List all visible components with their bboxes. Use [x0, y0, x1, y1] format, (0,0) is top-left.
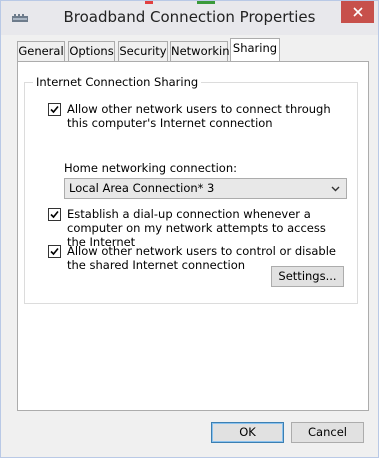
ok-button[interactable]: OK: [211, 422, 284, 443]
tab-general[interactable]: General: [17, 41, 65, 61]
close-button[interactable]: [341, 1, 374, 23]
tab-security[interactable]: Security: [118, 41, 168, 61]
properties-dialog: Broadband Connection Properties General …: [0, 0, 379, 458]
internet-connection-sharing-group: Internet Connection Sharing Allow other …: [24, 75, 358, 304]
checkmark-icon: [50, 210, 59, 219]
title-bar[interactable]: Broadband Connection Properties: [1, 1, 378, 35]
home-network-value: Local Area Connection* 3: [69, 181, 215, 195]
chevron-down-icon: [331, 186, 340, 192]
dialup-checkbox[interactable]: [48, 208, 61, 221]
dialup-option[interactable]: Establish a dial-up connection whenever …: [48, 207, 342, 249]
allow-connect-option[interactable]: Allow other network users to connect thr…: [48, 102, 342, 130]
home-network-label: Home networking connection:: [64, 161, 237, 175]
allow-connect-checkbox[interactable]: [48, 103, 61, 116]
checkmark-icon: [50, 105, 59, 114]
settings-button[interactable]: Settings...: [271, 266, 344, 287]
sharing-panel: Internet Connection Sharing Allow other …: [17, 61, 369, 411]
background-window-edge: [197, 1, 215, 4]
checkmark-icon: [50, 247, 59, 256]
tab-networking[interactable]: Networking: [170, 41, 237, 61]
allow-control-checkbox[interactable]: [48, 245, 61, 258]
background-window-edge: [145, 1, 153, 4]
group-title: Internet Connection Sharing: [33, 75, 202, 89]
dialup-label: Establish a dial-up connection whenever …: [67, 207, 326, 249]
allow-connect-label: Allow other network users to connect thr…: [67, 102, 331, 130]
cancel-button[interactable]: Cancel: [291, 422, 364, 443]
window-title: Broadband Connection Properties: [63, 8, 316, 26]
tab-options[interactable]: Options: [68, 41, 115, 61]
tab-sharing[interactable]: Sharing: [230, 38, 280, 61]
close-icon: [352, 7, 363, 17]
home-network-select[interactable]: Local Area Connection* 3: [64, 178, 347, 199]
